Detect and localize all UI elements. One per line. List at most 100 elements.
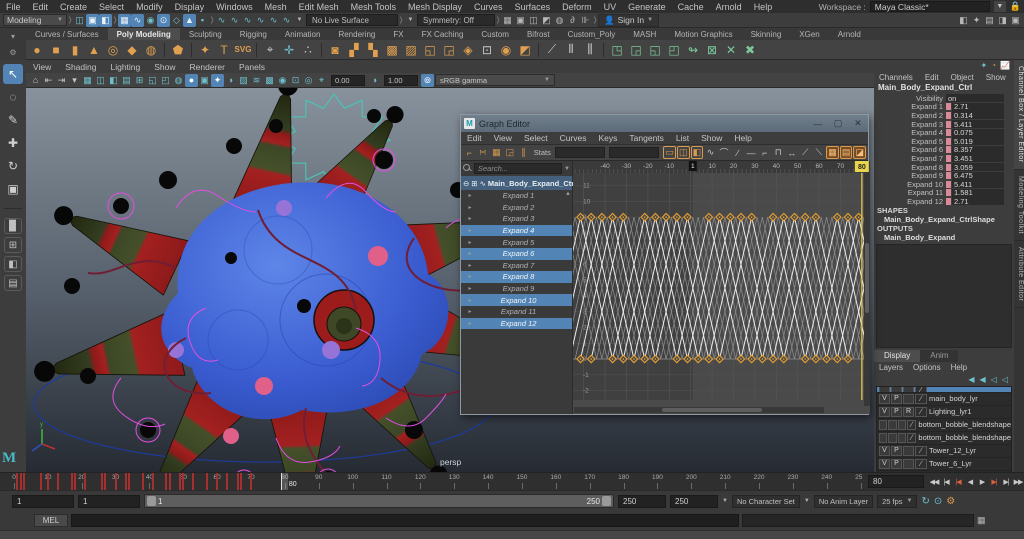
multisample-icon[interactable]: ▩ [263,74,276,87]
layer-editor-menu-layers[interactable]: Layers [874,363,908,372]
menu-mesh-tools[interactable]: Mesh Tools [345,2,402,12]
channel-mute-icon[interactable]: ▸ [461,204,479,211]
anim-end-field[interactable]: 250 [670,495,718,508]
menu-mesh[interactable]: Mesh [259,2,293,12]
motion-blur-icon[interactable]: ≋ [250,74,263,87]
menu-modify[interactable]: Modify [130,2,169,12]
snap-grid-icon[interactable]: ▦ [118,14,131,27]
channel-box-node-name[interactable]: Main_Body_Expand_Ctrl [874,83,1014,94]
new-layer-icon[interactable]: ◀ [968,375,974,384]
graph-channel-row[interactable]: ▸Expand 8 [461,271,572,283]
channel-value-field[interactable]: 5.411 [952,180,1004,188]
graph-editor-menu-show[interactable]: Show [695,133,728,143]
attribute-editor-toggle-icon[interactable]: ▤ [983,14,996,27]
separate-icon[interactable]: ▚ [364,41,382,59]
shaded-icon[interactable]: ● [185,74,198,87]
snap-viewplane-icon[interactable]: ◇ [170,14,183,27]
film-gate-icon[interactable]: ◫ [94,74,107,87]
channel-mute-icon[interactable]: ▸ [461,192,479,199]
channel-value-field[interactable]: 5.019 [952,137,1004,145]
resolution-gate-icon[interactable]: ◧ [107,74,120,87]
layer-row[interactable]: VP∕Tower_6_Lyr [877,458,1011,471]
shelf-tab-fx[interactable]: FX [384,28,412,40]
gamma-field[interactable]: 1.00 [384,75,418,86]
channel-box-menu-object[interactable]: Object [946,73,979,82]
layer-visible-toggle[interactable]: V [879,446,890,456]
isolate-select-icon[interactable]: ⊡ [289,74,302,87]
workspace-lock-icon[interactable]: 🔒 [1010,1,1021,12]
graph-channel-row[interactable]: ▸Expand 2 [461,202,572,214]
menu-set-select[interactable]: Modeling ▼ [3,14,67,26]
anim-layer-select[interactable]: No Anim Layer [814,495,873,508]
type-text-icon[interactable]: T [215,41,233,59]
graph-channel-row[interactable]: ▸Expand 7 [461,260,572,272]
menu-display[interactable]: Display [169,2,211,12]
xray-icon[interactable]: ◎ [302,74,315,87]
joints-xray-icon[interactable]: ⌖ [315,74,328,87]
remesh-icon[interactable]: ◉ [497,41,515,59]
normalized-view-icon[interactable]: ◧ [691,146,704,159]
loop-mode-icon[interactable]: ↻ [921,496,929,507]
mirror-icon[interactable]: ◈ [459,41,477,59]
channel-mute-icon[interactable]: ▸ [461,297,479,304]
graph-editor-titlebar[interactable]: M Graph Editor — ▢ ✕ [461,115,868,132]
playback-start-field[interactable]: 1 [78,495,140,508]
menu-deform[interactable]: Deform [556,2,598,12]
render-settings-icon[interactable]: ◫ [527,14,540,27]
poly-torus-icon[interactable]: ◎ [104,41,122,59]
layer-row[interactable]: ∕bottom_bobble_blendshape [877,419,1011,432]
graph-editor-menu-keys[interactable]: Keys [593,133,624,143]
live-surface-field[interactable]: No Live Surface [306,14,398,26]
region-tool-icon[interactable]: ◲ [504,146,517,159]
mel-input-field[interactable] [71,514,739,527]
layer-playback-toggle[interactable] [888,420,896,430]
channel-mute-icon[interactable]: ▸ [461,262,479,269]
channel-box-menu-show[interactable]: Show [981,73,1011,82]
select-component-icon[interactable]: ◧ [99,14,112,27]
measure-icon[interactable]: ∴ [299,41,317,59]
time-slider[interactable]: 0102030405060708090100110120130140150160… [0,472,1024,490]
channel-mute-icon[interactable]: ▸ [461,227,479,234]
lasso-select-tool[interactable]: ◌ [3,87,23,107]
lock-selection-icon[interactable]: ▪ [196,14,209,27]
stacked-view-icon[interactable]: ◫ [677,146,690,159]
channel-box-menu-channels[interactable]: Channels [874,73,918,82]
channel-mute-icon[interactable]: ▸ [461,239,479,246]
shelf-tab-animation[interactable]: Animation [276,28,330,40]
depth-of-field-icon[interactable]: ◉ [276,74,289,87]
break-tangent-icon[interactable]: ⟋ [799,146,812,159]
snap-center-icon[interactable]: ⊙ [157,14,170,27]
graph-channel-row[interactable]: ▸Expand 1 [461,190,572,202]
channel-value-field[interactable]: 5.411 [952,120,1004,128]
step-back-key-button[interactable]: |◀ [952,478,964,486]
channel-mute-icon[interactable]: ▸ [461,308,479,315]
poly-cube-icon[interactable]: ■ [47,41,65,59]
layer-visible-toggle[interactable] [879,433,887,443]
hik-toggle-icon[interactable]: ✦ [970,14,983,27]
channel-value-field[interactable]: 6.475 [952,172,1004,180]
stats-time-field[interactable] [555,147,605,158]
shelf-tab-sculpting[interactable]: Sculpting [180,28,231,40]
character-set-select[interactable]: No Character Set [732,495,800,508]
shelf-tab-skinning[interactable]: Skinning [742,28,791,40]
expand-icon[interactable]: ⊞ [471,179,477,188]
script-editor-icon[interactable]: ▦ [977,515,986,526]
auto-key-icon[interactable]: ⊙ [934,496,942,507]
extrude-icon[interactable]: ▩ [383,41,401,59]
graph-horizontal-scrollbar[interactable] [574,407,824,413]
move-layer-up-icon[interactable]: ◁ [991,375,997,384]
flat-tangent-icon[interactable]: — [745,146,758,159]
insert-edge-loop-icon[interactable]: ⫴ [562,41,580,59]
layer-playback-toggle[interactable]: P [891,394,902,404]
toon-icon[interactable]: ◍ [553,14,566,27]
mask-curve-4-icon[interactable]: ∿ [254,14,267,27]
graph-channel-row[interactable]: ▸Expand 12 [461,318,572,330]
select-tool[interactable]: ↖ [3,64,23,84]
combine-icon[interactable]: ▞ [345,41,363,59]
channel-mute-icon[interactable]: ▸ [461,285,479,292]
menu-edit[interactable]: Edit [27,2,55,12]
graph-channel-row[interactable]: ▸Expand 10 [461,294,572,306]
poly-disc-icon[interactable]: ◍ [142,41,160,59]
character-set-dropdown-icon[interactable]: ▼ [722,498,728,504]
post-infinity-cycle-icon[interactable]: ▤ [840,146,853,159]
